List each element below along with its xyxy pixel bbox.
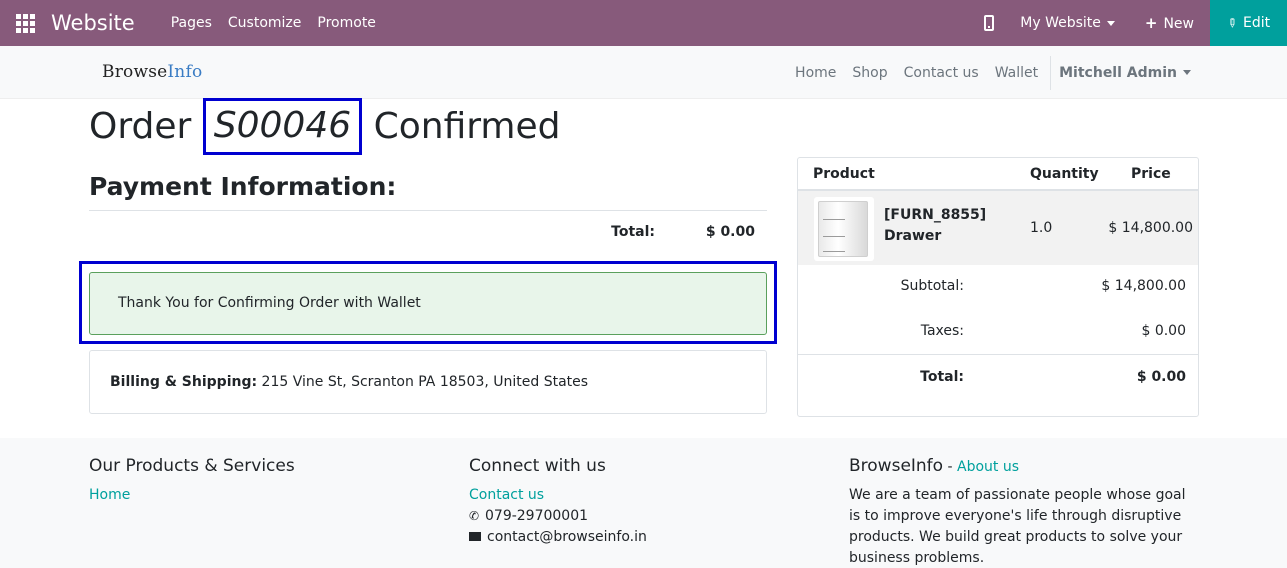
plus-icon: + bbox=[1144, 14, 1158, 32]
pencil-icon: ✎ bbox=[1223, 14, 1241, 32]
footer-dash: - bbox=[943, 459, 958, 475]
product-name[interactable]: [FURN_8855] Drawer bbox=[884, 205, 1014, 247]
phone-number: 079-29700001 bbox=[485, 508, 589, 524]
site-header: BrowseInfo Home Shop Contact us Wallet M… bbox=[0, 46, 1287, 99]
nav-wallet[interactable]: Wallet bbox=[995, 65, 1038, 81]
payment-total-label: Total: bbox=[611, 224, 655, 240]
payment-info-heading: Payment Information: bbox=[89, 172, 397, 201]
divider bbox=[798, 354, 1198, 355]
user-name: Mitchell Admin bbox=[1059, 64, 1177, 81]
footer-home-link[interactable]: Home bbox=[89, 485, 295, 506]
caret-down-icon bbox=[1183, 70, 1191, 75]
footer-connect-title: Connect with us bbox=[469, 456, 606, 476]
product-code: [FURN_8855] bbox=[884, 207, 987, 223]
subtotal-row: Subtotal: $ 14,800.00 bbox=[798, 278, 1198, 298]
email-address[interactable]: contact@browseinfo.in bbox=[487, 529, 647, 545]
cart-total-label: Total: bbox=[920, 369, 964, 385]
site-nav: Home Shop Contact us Wallet Mitchell Adm… bbox=[787, 46, 1191, 99]
product-quantity: 1.0 bbox=[1030, 220, 1053, 236]
apps-menu-icon[interactable] bbox=[0, 0, 50, 46]
admin-navbar: Website Pages Customize Promote My Websi… bbox=[0, 0, 1287, 46]
admin-right-controls: My Website + New ✎ Edit bbox=[984, 0, 1287, 46]
nav-home[interactable]: Home bbox=[795, 65, 836, 81]
subtotal-label: Subtotal: bbox=[900, 278, 964, 294]
order-summary-card: Product Quantity Price [FURN_8855] Drawe… bbox=[797, 157, 1199, 417]
footer-col-connect: Connect with us Contact us ✆ 079-29700001… bbox=[469, 456, 647, 548]
taxes-label: Taxes: bbox=[920, 323, 964, 339]
footer-products-title: Our Products & Services bbox=[89, 456, 295, 476]
billing-address: 215 Vine St, Scranton PA 18503, United S… bbox=[261, 374, 589, 390]
nav-shop[interactable]: Shop bbox=[852, 65, 887, 81]
phone-icon: ✆ bbox=[469, 509, 480, 523]
logo-info: Info bbox=[167, 62, 203, 82]
footer-email: contact@browseinfo.in bbox=[469, 527, 647, 548]
billing-shipping-box: Billing & Shipping: 215 Vine St, Scranto… bbox=[89, 350, 767, 414]
success-alert: Thank You for Confirming Order with Wall… bbox=[89, 272, 767, 335]
app-title[interactable]: Website bbox=[51, 11, 135, 35]
footer-about-text: We are a team of passionate people whose… bbox=[849, 487, 1186, 566]
site-logo[interactable]: BrowseInfo bbox=[102, 62, 202, 82]
cart-table-header: Product Quantity Price bbox=[798, 158, 1198, 191]
site-footer: Our Products & Services Home Connect wit… bbox=[0, 438, 1287, 568]
new-label: New bbox=[1163, 16, 1194, 32]
header-product: Product bbox=[813, 166, 875, 182]
edit-label: Edit bbox=[1242, 15, 1271, 31]
product-image[interactable] bbox=[814, 197, 874, 261]
cart-line: [FURN_8855] Drawer 1.0 $ 14,800.00 bbox=[798, 191, 1198, 265]
cart-total-value: $ 0.00 bbox=[1136, 369, 1186, 385]
drawer-image bbox=[818, 201, 868, 257]
payment-total-value: $ 0.00 bbox=[705, 224, 755, 240]
menu-promote[interactable]: Promote bbox=[317, 15, 376, 31]
nav-divider bbox=[1050, 55, 1052, 90]
nav-contact[interactable]: Contact us bbox=[904, 65, 979, 81]
admin-menu: Pages Customize Promote bbox=[163, 15, 384, 31]
order-prefix: Order bbox=[89, 106, 192, 147]
subtotal-value: $ 14,800.00 bbox=[1101, 278, 1186, 294]
footer-about-title: BrowseInfo - About us bbox=[849, 456, 1199, 476]
order-suffix: Confirmed bbox=[373, 106, 561, 147]
edit-button[interactable]: ✎ Edit bbox=[1210, 0, 1287, 46]
cart-total-row: Total: $ 0.00 bbox=[798, 369, 1198, 389]
header-quantity: Quantity bbox=[1030, 166, 1099, 182]
website-switcher-label: My Website bbox=[1020, 15, 1101, 31]
caret-down-icon bbox=[1106, 20, 1115, 26]
order-number: S00046 bbox=[202, 98, 363, 155]
billing-label: Billing & Shipping: bbox=[110, 374, 258, 390]
footer-brand: BrowseInfo bbox=[849, 456, 944, 476]
taxes-row: Taxes: $ 0.00 bbox=[798, 323, 1198, 343]
footer-contact-link[interactable]: Contact us bbox=[469, 485, 647, 506]
product-price: $ 14,800.00 bbox=[1108, 220, 1193, 236]
menu-customize[interactable]: Customize bbox=[228, 15, 302, 31]
footer-phone: ✆ 079-29700001 bbox=[469, 506, 647, 527]
new-button[interactable]: + New bbox=[1145, 14, 1194, 32]
divider bbox=[89, 210, 767, 211]
page-title: Order S00046 Confirmed bbox=[89, 98, 561, 155]
logo-browse: Browse bbox=[102, 62, 168, 82]
footer-col-products: Our Products & Services Home bbox=[89, 456, 295, 506]
website-switcher[interactable]: My Website bbox=[1020, 15, 1115, 31]
taxes-value: $ 0.00 bbox=[1141, 323, 1186, 339]
envelope-icon bbox=[469, 532, 481, 541]
mobile-preview-icon[interactable] bbox=[984, 15, 995, 31]
user-menu[interactable]: Mitchell Admin bbox=[1059, 65, 1191, 81]
header-price: Price bbox=[1131, 166, 1171, 182]
footer-col-about: BrowseInfo - About us We are a team of p… bbox=[849, 456, 1199, 568]
product-title: Drawer bbox=[884, 228, 942, 244]
about-us-link[interactable]: About us bbox=[957, 459, 1019, 475]
menu-pages[interactable]: Pages bbox=[171, 15, 212, 31]
